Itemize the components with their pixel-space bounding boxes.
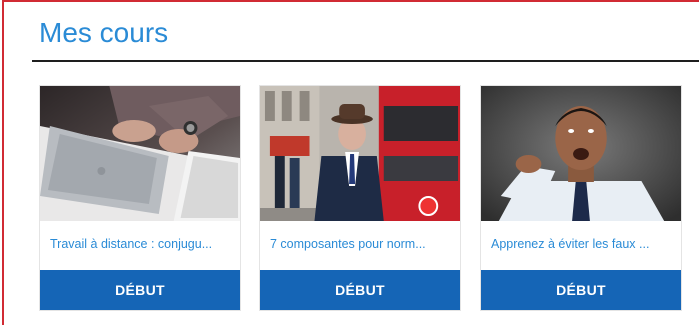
course-card[interactable]: Travail à distance : conjugu... DÉBUT <box>39 85 241 311</box>
course-thumbnail-old-man[interactable] <box>260 86 460 221</box>
course-thumbnail-laptop[interactable] <box>40 86 240 221</box>
course-title-link[interactable]: Apprenez à éviter les faux ... <box>491 236 675 252</box>
start-course-button[interactable]: DÉBUT <box>260 270 460 310</box>
course-card[interactable]: Apprenez à éviter les faux ... DÉBUT <box>480 85 682 311</box>
course-card[interactable]: 7 composantes pour norm... DÉBUT <box>259 85 461 311</box>
page-title: Mes cours <box>39 17 169 48</box>
start-course-button[interactable]: DÉBUT <box>481 270 681 310</box>
start-course-button[interactable]: DÉBUT <box>40 270 240 310</box>
course-title-link[interactable]: 7 composantes pour norm... <box>270 236 454 252</box>
title-divider <box>32 60 699 62</box>
course-thumbnail-pointing-man[interactable] <box>481 86 681 221</box>
course-title-link[interactable]: Travail à distance : conjugu... <box>50 236 234 252</box>
